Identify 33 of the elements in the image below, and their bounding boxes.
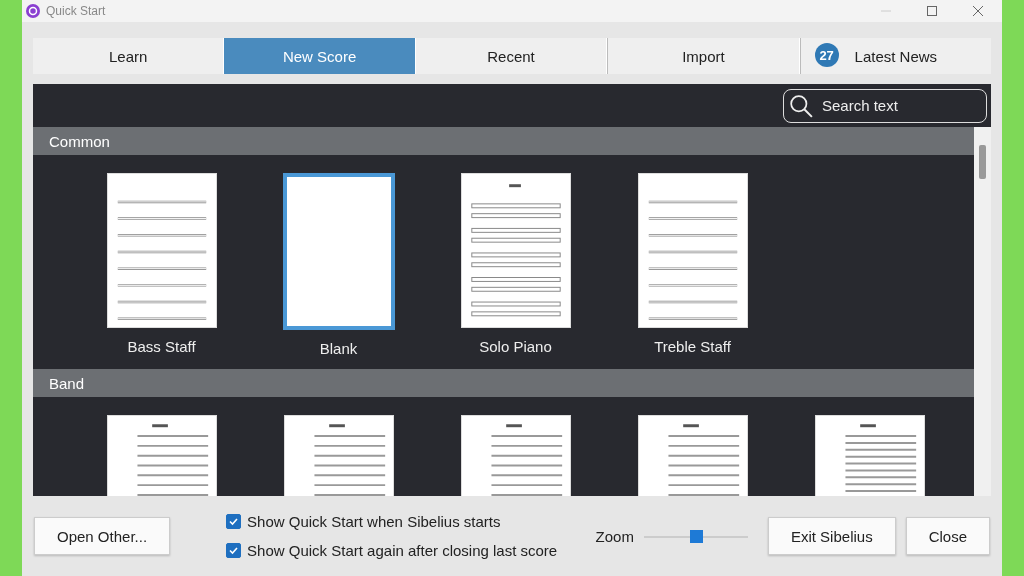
- close-icon[interactable]: [973, 6, 983, 16]
- maximize-icon[interactable]: [927, 6, 937, 16]
- tab[interactable]: Import: [607, 38, 799, 74]
- score-template[interactable]: [460, 173, 571, 328]
- template-name: Solo Piano: [479, 338, 552, 355]
- tab[interactable]: 27 Latest News: [799, 38, 992, 74]
- tab[interactable]: New Score: [224, 38, 415, 74]
- score-template[interactable]: [106, 173, 217, 328]
- blank-page-template[interactable]: [282, 173, 395, 330]
- template-name: Bass Staff: [127, 338, 196, 355]
- checkmark-icon: [229, 546, 239, 555]
- checkbox[interactable]: [226, 543, 242, 558]
- search-field[interactable]: Search text: [783, 88, 987, 123]
- template-name: Treble Staff: [654, 338, 731, 355]
- window-title: Quick Start: [46, 4, 107, 18]
- score-template[interactable]: [637, 173, 748, 328]
- template-name: Blank: [319, 340, 358, 357]
- zoom-label: Zoom: [595, 527, 634, 545]
- section-header: Common: [33, 127, 974, 155]
- option-label: Show Quick Start when Sibelius starts: [247, 513, 501, 530]
- open-other-button[interactable]: Open Other...: [34, 517, 171, 555]
- tab[interactable]: Learn: [33, 38, 224, 74]
- option-label: Show Quick Start again after closing last score: [247, 542, 558, 559]
- checkbox[interactable]: [226, 514, 242, 529]
- section-header: Band: [33, 369, 974, 397]
- app-logo-icon: [26, 4, 40, 18]
- scrollbar[interactable]: [974, 127, 991, 496]
- exit-button[interactable]: Exit Sibelius: [767, 517, 896, 555]
- tab[interactable]: Recent: [415, 38, 607, 74]
- close-button[interactable]: Close: [905, 517, 990, 555]
- search-icon: [789, 93, 813, 118]
- count-badge: 27: [814, 43, 839, 67]
- checkmark-icon: [229, 517, 239, 526]
